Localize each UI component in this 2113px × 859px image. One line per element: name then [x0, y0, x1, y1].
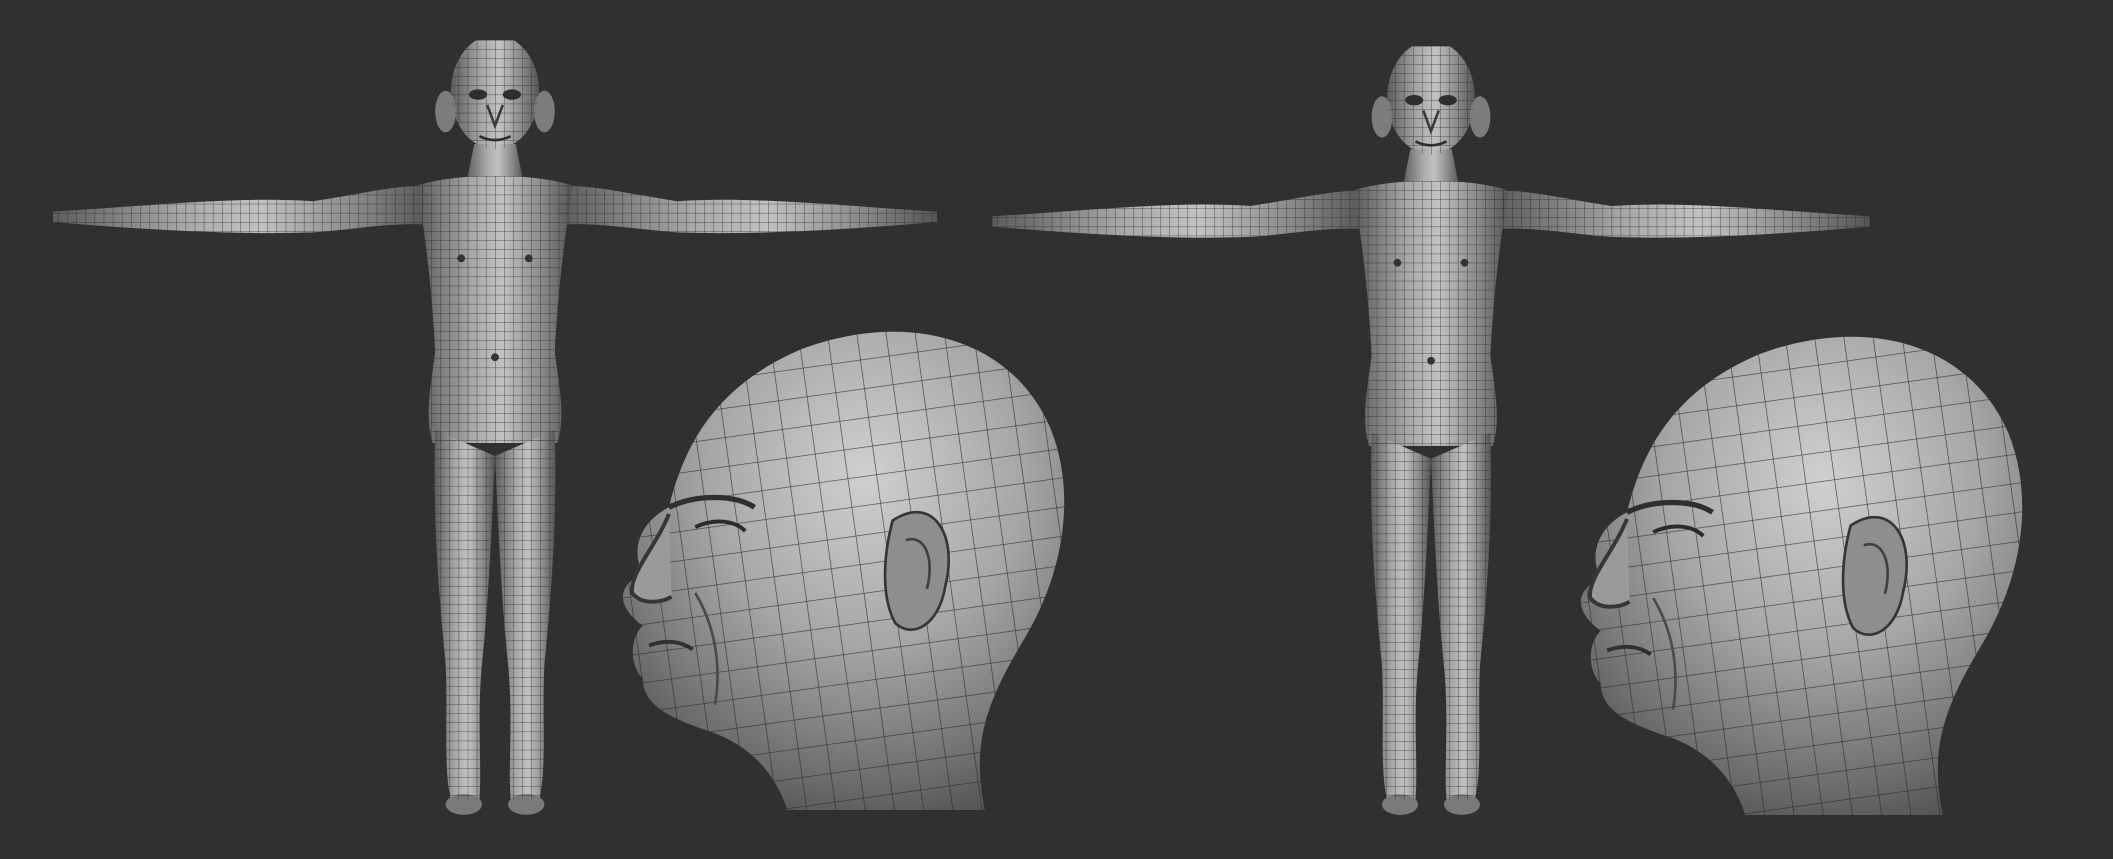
sculpt-viewport	[0, 0, 2113, 859]
head-render-side-1	[623, 332, 1064, 810]
head-render-side-2	[1581, 337, 2022, 815]
mesh-render-canvas	[51, 40, 2113, 817]
